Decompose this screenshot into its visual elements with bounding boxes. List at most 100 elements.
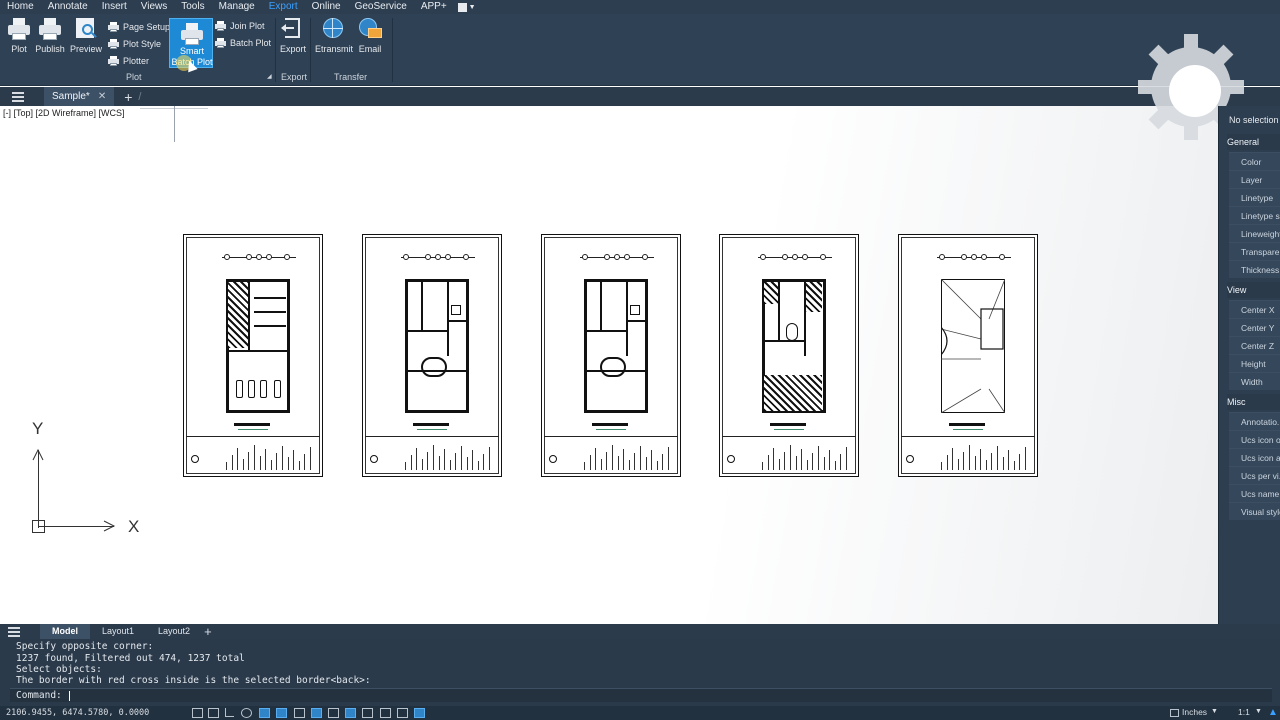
prop-center-y[interactable]: Center Y (1229, 318, 1280, 336)
layout-menu-icon[interactable] (8, 627, 20, 637)
email-button[interactable]: Email (353, 18, 387, 54)
etransmit-button[interactable]: Etransmit (314, 18, 354, 54)
drawing-sheet-2[interactable] (362, 234, 502, 477)
preview-button[interactable]: Preview (69, 18, 103, 54)
tab-layout2[interactable]: Layout2 (146, 624, 202, 639)
prop-transparency[interactable]: Transpare... (1229, 242, 1280, 260)
transfer-group-label: Transfer (334, 72, 368, 82)
command-history-line: Select objects: (16, 664, 102, 675)
command-prompt: Command: (16, 690, 62, 701)
tab-layout1[interactable]: Layout1 (90, 624, 146, 639)
drawing-sheet-1[interactable] (183, 234, 323, 477)
roof-plan-lines (941, 279, 1005, 413)
prop-linetype-scale[interactable]: Linetype s... (1229, 206, 1280, 224)
new-tab-button[interactable]: + (124, 89, 132, 105)
dynamic-input-icon[interactable] (311, 708, 322, 718)
drawing-sheet-4[interactable] (719, 234, 859, 477)
batch-plot-icon (215, 38, 226, 48)
title-block-tick (952, 448, 954, 470)
plot-button[interactable]: Plot (2, 18, 36, 54)
menu-geoservice[interactable]: GeoService (348, 0, 414, 14)
selection-cycling-icon[interactable] (380, 708, 391, 718)
plotter-button[interactable]: Plotter (108, 54, 149, 68)
dynamic-ucs-icon[interactable] (294, 708, 305, 718)
drawing-sheet-5[interactable] (898, 234, 1038, 477)
polar-tracking-icon[interactable] (241, 708, 252, 718)
menu-tools[interactable]: Tools (174, 0, 211, 14)
lineweight-icon[interactable] (328, 708, 339, 718)
printer-icon (7, 18, 31, 40)
menu-insert[interactable]: Insert (95, 0, 134, 14)
prop-visual-style[interactable]: Visual style (1229, 502, 1280, 520)
title-block-tick (980, 449, 982, 470)
annotation-visibility-icon[interactable]: ▲ (1268, 707, 1278, 718)
prop-ucs-per-viewport[interactable]: Ucs per vi... (1229, 466, 1280, 484)
menu-annotate[interactable]: Annotate (41, 0, 95, 14)
title-block-tick (640, 446, 641, 470)
page-setup-button[interactable]: Page Setup (108, 20, 170, 34)
section-general[interactable]: General (1227, 137, 1280, 147)
chevron-down-icon: ▼ (468, 3, 476, 11)
join-plot-button[interactable]: Join Plot (215, 19, 265, 33)
title-block-tick (668, 447, 669, 470)
menu-online[interactable]: Online (305, 0, 348, 14)
batch-plot-button[interactable]: Batch Plot (215, 36, 271, 50)
title-block-tick (449, 460, 451, 470)
chevron-down-icon[interactable]: ▼ (1211, 708, 1218, 715)
menu-export[interactable]: Export (262, 0, 305, 14)
units-dropdown[interactable]: Inches (1182, 707, 1207, 717)
prop-thickness[interactable]: Thickness (1229, 260, 1280, 278)
title-block-tick (405, 462, 406, 470)
title-block-tick (969, 445, 970, 470)
drawing-sheet-3[interactable] (541, 234, 681, 477)
prop-ucs-name[interactable]: Ucs name (1229, 484, 1280, 502)
export-button[interactable]: Export (276, 18, 310, 54)
prop-ucs-icon-at[interactable]: Ucs icon a... (1229, 448, 1280, 466)
command-input[interactable]: Command: (10, 688, 1272, 702)
object-snap-icon[interactable] (259, 708, 270, 718)
batch-plot-label: Batch Plot (230, 38, 272, 48)
object-snap-tracking-icon[interactable] (276, 708, 287, 718)
plotter-label: Plotter (123, 56, 150, 66)
drawing-canvas[interactable]: [-] [Top] [2D Wireframe] [WCS] Y X (0, 106, 1218, 624)
quick-properties-icon[interactable] (362, 708, 373, 718)
prop-ucs-icon-on[interactable]: Ucs icon o... (1229, 430, 1280, 448)
group-expander-icon[interactable]: ◢ (267, 73, 272, 80)
prop-height[interactable]: Height (1229, 354, 1280, 372)
close-icon[interactable]: ✕ (98, 91, 106, 102)
tab-model[interactable]: Model (40, 624, 90, 639)
prop-color[interactable]: Color (1229, 152, 1280, 170)
document-menu-icon[interactable] (12, 92, 24, 102)
annotation-scale[interactable]: 1:1 (1238, 707, 1250, 717)
section-misc[interactable]: Misc (1227, 397, 1280, 407)
grid-snap-icon[interactable] (192, 708, 203, 718)
prop-center-z[interactable]: Center Z (1229, 336, 1280, 354)
transparency-icon[interactable] (345, 708, 356, 718)
viewport-controls[interactable]: [-] [Top] [2D Wireframe] [WCS] (3, 108, 125, 118)
title-block-tick (298, 461, 300, 470)
section-view[interactable]: View (1227, 285, 1280, 295)
prop-layer[interactable]: Layer (1229, 170, 1280, 188)
plot-style-button[interactable]: Plot Style (108, 37, 161, 51)
menu-app-plus[interactable]: APP+ (414, 0, 454, 14)
menu-views[interactable]: Views (134, 0, 175, 14)
ortho-icon[interactable] (224, 708, 235, 718)
chevron-down-icon[interactable]: ▼ (1255, 708, 1262, 715)
units-settings-icon[interactable] (414, 708, 425, 718)
title-block-tick (634, 453, 636, 470)
menu-manage[interactable]: Manage (212, 0, 262, 14)
tab-sample[interactable]: Sample* ✕ (44, 87, 115, 106)
prop-annotation-scale[interactable]: Annotatio... (1229, 412, 1280, 430)
publish-button[interactable]: Publish (33, 18, 67, 54)
prop-width[interactable]: Width (1229, 372, 1280, 390)
title-block-tick (237, 448, 239, 470)
prop-lineweight[interactable]: Lineweight (1229, 224, 1280, 242)
prop-linetype[interactable]: Linetype (1229, 188, 1280, 206)
workspace-dropdown[interactable]: ▼ (457, 2, 476, 12)
menu-home[interactable]: Home (0, 0, 41, 14)
annotation-monitor-icon[interactable] (397, 708, 408, 718)
grid-display-icon[interactable] (208, 708, 219, 718)
add-layout-button[interactable]: + (204, 624, 212, 639)
prop-center-x[interactable]: Center X (1229, 300, 1280, 318)
title-block-tick (773, 448, 775, 470)
